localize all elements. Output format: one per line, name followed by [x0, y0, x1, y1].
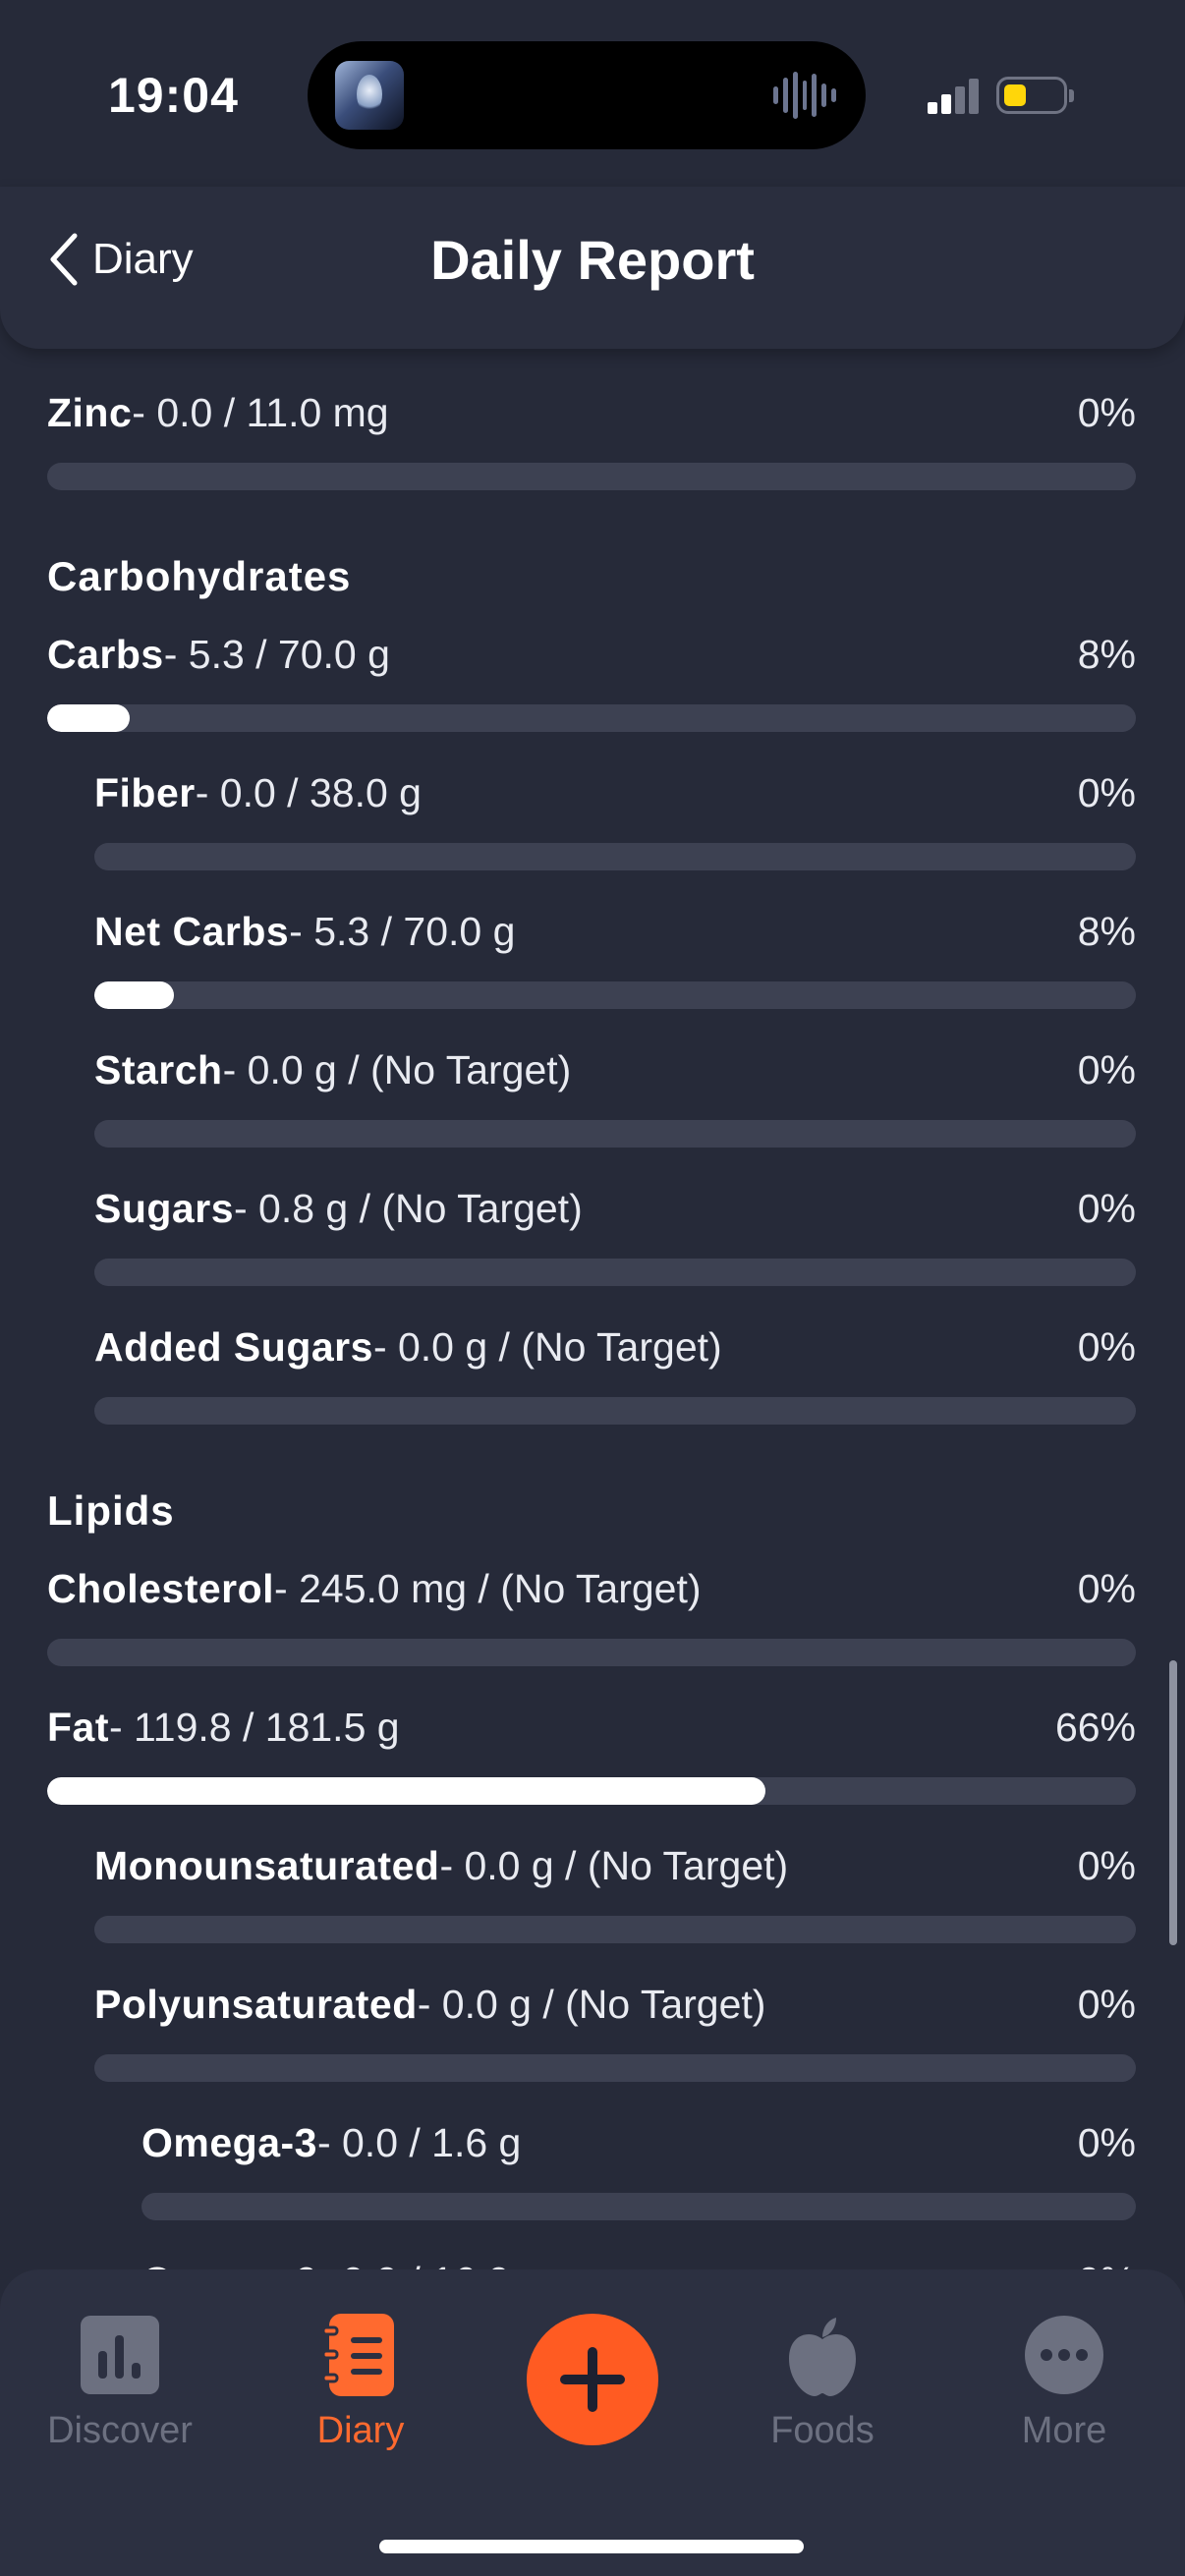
apple-icon: [789, 2318, 856, 2396]
nutrient-name: Starch: [94, 1047, 223, 1092]
nutrient-percent: 0%: [1077, 1982, 1136, 2027]
tab-foods[interactable]: Foods: [724, 2314, 921, 2452]
nutrient-row-fat: Fat- 119.8 / 181.5 g 66%: [47, 1705, 1136, 1805]
status-time: 19:04: [108, 68, 239, 123]
progress-fill: [47, 704, 131, 732]
tab-label: More: [1021, 2410, 1107, 2451]
tab-label: Discover: [47, 2410, 193, 2451]
progress-fill: [47, 1777, 766, 1805]
add-entry-button[interactable]: [527, 2314, 658, 2445]
progress-track: [141, 2193, 1136, 2220]
progress-track: [47, 704, 1136, 732]
progress-track: [47, 463, 1136, 490]
nutrient-detail: - 0.0 g / (No Target): [222, 1047, 572, 1092]
nutrient-percent: 0%: [1077, 1843, 1136, 1888]
nutrient-detail: - 119.8 / 181.5 g: [109, 1705, 400, 1750]
progress-fill: [94, 981, 174, 1009]
progress-track: [94, 1397, 1136, 1425]
home-indicator[interactable]: [379, 2540, 804, 2553]
nutrient-row-omega-3: Omega-3- 0.0 / 1.6 g 0%: [141, 2120, 1136, 2220]
nutrient-row-added-sugars: Added Sugars- 0.0 g / (No Target) 0%: [94, 1324, 1136, 1425]
nutrient-detail: - 245.0 mg / (No Target): [274, 1566, 702, 1611]
section-header-lipids: Lipids: [47, 1487, 175, 1534]
notebook-icon: [321, 2314, 394, 2396]
nutrient-row-carbs: Carbs- 5.3 / 70.0 g 8%: [47, 632, 1136, 732]
nutrient-detail: - 0.8 g / (No Target): [234, 1186, 583, 1231]
nutrient-percent: 0%: [1077, 1186, 1136, 1231]
nutrient-row-zinc: Zinc- 0.0 / 11.0 mg 0%: [47, 390, 1136, 490]
nutrient-detail: - 0.0 g / (No Target): [372, 1324, 722, 1370]
nutrient-name: Polyunsaturated: [94, 1982, 418, 2027]
nutrient-row-fiber: Fiber- 0.0 / 38.0 g 0%: [94, 770, 1136, 870]
nutrient-name: Omega-3: [141, 2120, 317, 2165]
nutrient-name: Zinc: [47, 390, 133, 435]
nutrient-name: Fat: [47, 1705, 109, 1750]
nutrient-name: Carbs: [47, 632, 164, 677]
nutrient-name: Cholesterol: [47, 1566, 275, 1611]
nutrient-detail: - 5.3 / 70.0 g: [163, 632, 390, 677]
nutrient-name: Fiber: [94, 770, 196, 815]
report-list[interactable]: Zinc- 0.0 / 11.0 mg 0% Carbohydrates Car…: [0, 349, 1185, 2269]
nutrient-percent: 0%: [1077, 1324, 1136, 1370]
nutrient-row-sugars: Sugars- 0.8 g / (No Target) 0%: [94, 1186, 1136, 1286]
progress-track: [94, 843, 1136, 870]
nutrient-percent: 66%: [1054, 1705, 1136, 1750]
progress-track: [94, 2054, 1136, 2082]
nutrient-row-cholesterol: Cholesterol- 245.0 mg / (No Target) 0%: [47, 1566, 1136, 1666]
battery-icon: [996, 77, 1067, 114]
nutrient-name: Omega-6: [141, 2259, 317, 2269]
progress-track: [94, 1120, 1136, 1148]
nutrient-percent: 0%: [1077, 390, 1136, 435]
tab-more[interactable]: More: [966, 2314, 1162, 2452]
scrollbar[interactable]: [1169, 1660, 1177, 1945]
nutrient-name: Net Carbs: [94, 909, 290, 954]
plus-icon: [560, 2347, 625, 2412]
more-dots-icon: [1025, 2316, 1103, 2394]
progress-track: [94, 1259, 1136, 1286]
progress-track: [47, 1777, 1136, 1805]
nutrient-percent: 0%: [1078, 2259, 1136, 2269]
status-bar: 19:04: [0, 0, 1185, 187]
section-header-carbohydrates: Carbohydrates: [47, 553, 352, 599]
nutrient-percent: 0%: [1077, 2120, 1136, 2165]
nutrient-name: Sugars: [94, 1186, 234, 1231]
tab-label: Foods: [770, 2410, 875, 2451]
nutrient-percent: 0%: [1077, 1047, 1136, 1092]
nutrient-detail: - 5.3 / 70.0 g: [289, 909, 516, 954]
nutrient-detail: - 0.0 g / (No Target): [417, 1982, 766, 2027]
nutrient-detail: - 0.0 / 38.0 g: [195, 770, 422, 815]
battery-cap: [1069, 89, 1074, 102]
tab-label: Diary: [316, 2410, 405, 2451]
now-playing-artwork: [335, 61, 404, 130]
nutrient-percent: 0%: [1077, 1566, 1136, 1611]
nutrient-percent: 0%: [1077, 770, 1136, 815]
bar-chart-icon: [81, 2316, 159, 2394]
nutrient-name: Added Sugars: [94, 1324, 373, 1370]
progress-track: [94, 1916, 1136, 1943]
dynamic-island[interactable]: [308, 41, 866, 149]
nutrient-row-monounsaturated: Monounsaturated- 0.0 g / (No Target) 0%: [94, 1843, 1136, 1943]
cellular-signal-icon: [928, 77, 982, 114]
nutrient-row-polyunsaturated: Polyunsaturated- 0.0 g / (No Target) 0%: [94, 1982, 1136, 2082]
progress-track: [94, 981, 1136, 1009]
nutrient-detail: - 0.0 / 1.6 g: [316, 2120, 522, 2165]
page-title: Daily Report: [430, 229, 755, 291]
audio-waveform-icon: [773, 71, 837, 120]
nutrient-row-net-carbs: Net Carbs- 5.3 / 70.0 g 8%: [94, 909, 1136, 1009]
progress-track: [47, 1639, 1136, 1666]
nutrient-detail: - 0.0 / 11.0 mg: [132, 390, 389, 435]
nutrient-detail: - 0.0 g / (No Target): [439, 1843, 789, 1888]
nutrient-percent: 8%: [1077, 632, 1136, 677]
nutrient-row-starch: Starch- 0.0 g / (No Target) 0%: [94, 1047, 1136, 1148]
tab-diary[interactable]: Diary: [262, 2314, 459, 2452]
nutrient-row-omega-6: Omega-6- 0.0 / 16.0 g 0%: [141, 2259, 1136, 2269]
tab-discover[interactable]: Discover: [22, 2314, 218, 2452]
navigation-bar: Diary Daily Report: [0, 187, 1185, 349]
nutrient-detail: - 0.0 / 16.0 g: [317, 2259, 543, 2269]
nutrient-name: Monounsaturated: [94, 1843, 440, 1888]
nutrient-percent: 8%: [1077, 909, 1136, 954]
